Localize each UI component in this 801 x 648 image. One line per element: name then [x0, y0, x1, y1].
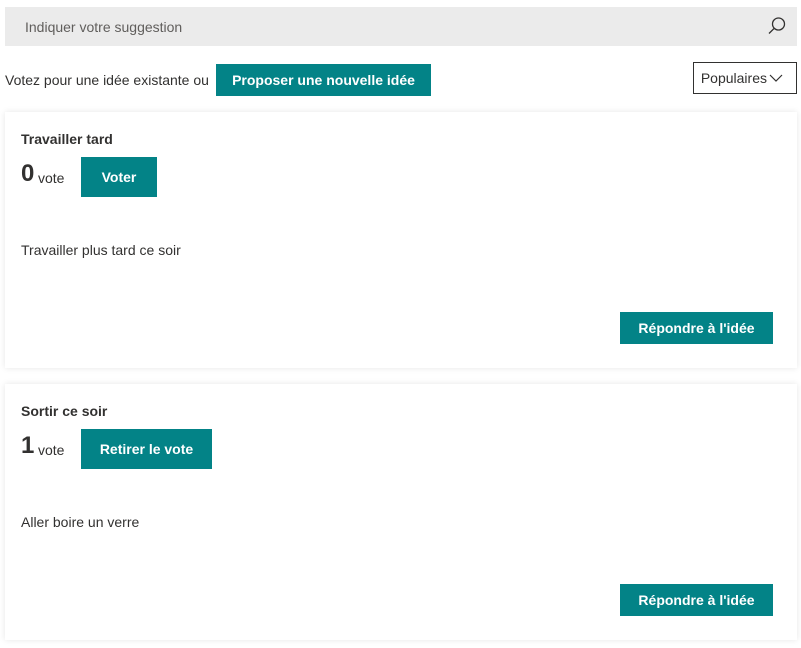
sort-dropdown[interactable]: Populaires [693, 62, 797, 94]
vote-count: 1 [21, 432, 35, 459]
search-icon[interactable] [767, 16, 787, 36]
reply-button[interactable]: Répondre à l'idée [620, 312, 773, 344]
sort-label: Populaires [700, 70, 767, 86]
new-idea-button[interactable]: Proposer une nouvelle idée [216, 64, 431, 96]
idea-card: Travailler tard 0 vote Voter Travailler … [5, 112, 797, 368]
search-bar [5, 7, 797, 46]
vote-unit-label: vote [38, 442, 65, 458]
idea-title: Travailler tard [21, 131, 113, 147]
idea-description: Travailler plus tard ce soir [21, 242, 181, 258]
vote-unit-label: vote [38, 170, 65, 186]
vote-prompt-text: Votez pour une idée existante ou [5, 72, 209, 88]
reply-button[interactable]: Répondre à l'idée [620, 584, 773, 616]
chevron-down-icon [769, 74, 783, 82]
idea-card: Sortir ce soir 1 vote Retirer le vote Al… [5, 384, 797, 640]
remove-vote-button[interactable]: Retirer le vote [81, 429, 212, 469]
idea-description: Aller boire un verre [21, 514, 140, 530]
search-input[interactable] [5, 7, 755, 46]
idea-title: Sortir ce soir [21, 403, 108, 419]
vote-count: 0 [21, 160, 35, 187]
vote-button[interactable]: Voter [81, 157, 157, 197]
